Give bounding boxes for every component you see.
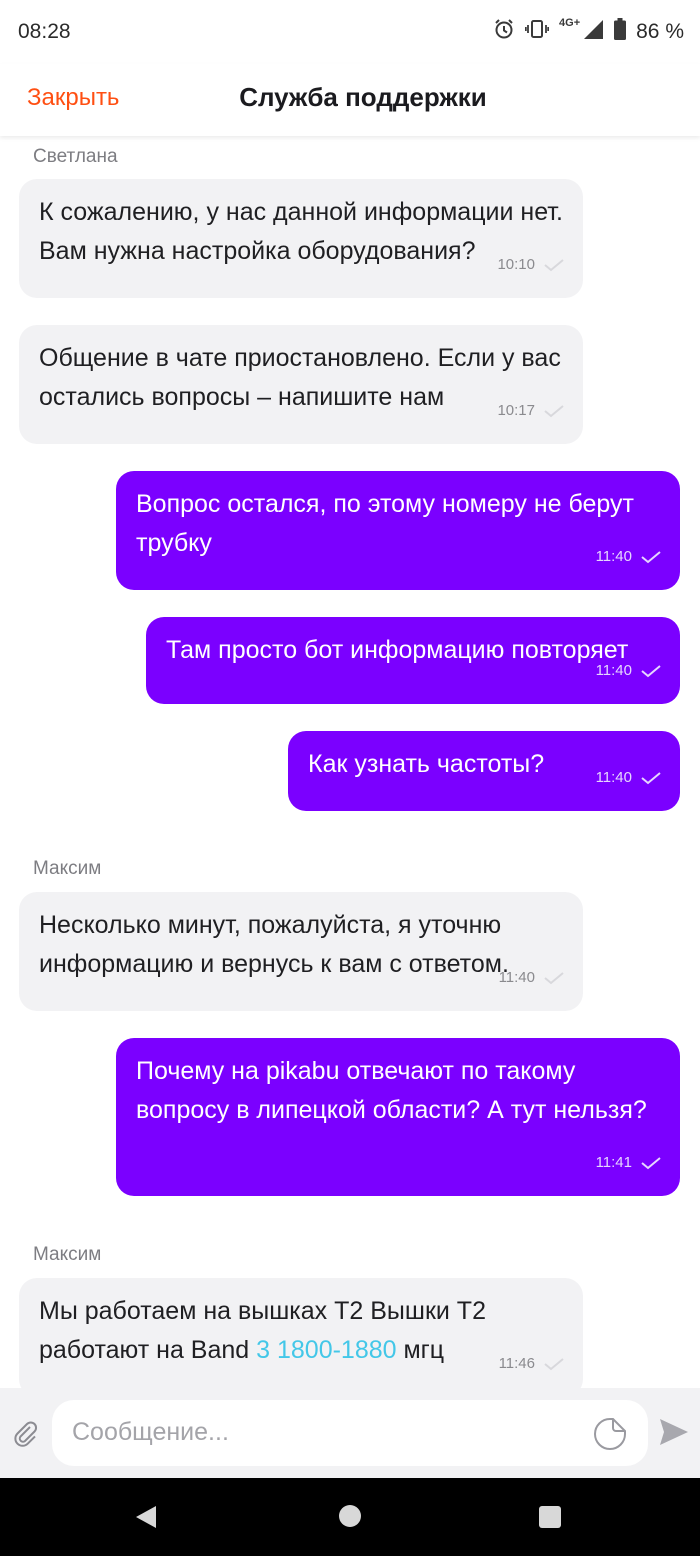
outgoing-message: Почему на pikabu отвечают по такому вопр… xyxy=(116,1038,680,1196)
message-composer: Сообщение... xyxy=(0,1388,700,1478)
outgoing-message: Там просто бот информацию повторяет 11:4… xyxy=(146,617,680,704)
check-icon xyxy=(544,1357,564,1370)
message-text: Несколько минут, пожалуйста, я уточню ин… xyxy=(39,911,509,978)
message-meta: 11:41 xyxy=(596,1143,662,1182)
app-header: Закрыть Служба поддержки xyxy=(0,64,700,136)
message-meta: 11:46 xyxy=(499,1344,565,1383)
message-input[interactable]: Сообщение... xyxy=(52,1400,648,1466)
send-icon[interactable] xyxy=(658,1416,690,1448)
message-placeholder: Сообщение... xyxy=(72,1418,229,1446)
paperclip-icon[interactable] xyxy=(12,1420,40,1448)
message-text: Почему на pikabu отвечают по такому вопр… xyxy=(136,1057,647,1124)
check-icon xyxy=(544,258,564,271)
message-text: Общение в чате приостановлено. Если у ва… xyxy=(39,344,561,411)
message-text: Как узнать частоты? xyxy=(308,750,545,778)
frequency-link[interactable]: 3 1800-1880 xyxy=(256,1336,396,1364)
message-meta: 10:10 xyxy=(497,245,565,284)
signal-icon xyxy=(582,18,604,45)
message-meta: 11:40 xyxy=(499,958,565,997)
battery-icon xyxy=(614,18,627,45)
message-meta: 11:40 xyxy=(596,758,662,797)
back-icon[interactable] xyxy=(134,1505,158,1534)
message-text: К сожалению, у нас данной информации нет… xyxy=(39,198,563,265)
outgoing-message: Как узнать частоты? 11:40 xyxy=(288,731,680,811)
sender-name: Максим xyxy=(33,858,102,879)
message-time: 10:10 xyxy=(497,256,535,273)
message-time: 11:41 xyxy=(595,1154,632,1171)
alarm-icon xyxy=(493,18,515,45)
network-type: 4G+ xyxy=(559,16,581,29)
message-time: 11:46 xyxy=(498,1355,535,1372)
check-icon xyxy=(544,971,564,984)
message-time: 11:40 xyxy=(595,548,632,565)
vibrate-icon xyxy=(524,18,550,45)
incoming-message: К сожалению, у нас данной информации нет… xyxy=(19,179,583,298)
system-navigation-bar xyxy=(0,1478,700,1556)
check-icon xyxy=(641,1156,661,1169)
incoming-message: Общение в чате приостановлено. Если у ва… xyxy=(19,325,583,444)
message-meta: 11:40 xyxy=(596,537,662,576)
home-icon[interactable] xyxy=(339,1505,361,1527)
message-time: 11:40 xyxy=(498,969,535,986)
message-time: 10:17 xyxy=(497,402,535,419)
chat-message-list[interactable]: Светлана К сожалению, у нас данной инфор… xyxy=(0,136,700,1388)
status-bar: 08:28 4G+ 86 % xyxy=(0,0,700,64)
outgoing-message: Вопрос остался, по этому номеру не берут… xyxy=(116,471,680,590)
page-title: Служба поддержки xyxy=(239,82,487,112)
status-icons: 4G+ 86 % xyxy=(493,16,684,45)
check-icon xyxy=(641,550,661,563)
incoming-message: Несколько минут, пожалуйста, я уточню ин… xyxy=(19,892,583,1011)
sticker-icon[interactable] xyxy=(592,1416,628,1452)
message-text: Там просто бот информацию повторяет xyxy=(166,636,629,664)
check-icon xyxy=(544,404,564,417)
message-time: 11:40 xyxy=(595,662,632,679)
incoming-message: Мы работаем на вышках Т2 Вышки Т2 работа… xyxy=(19,1278,583,1388)
sender-name: Светлана xyxy=(33,146,118,167)
message-meta: 11:40 xyxy=(596,651,662,690)
message-meta: 10:17 xyxy=(497,391,565,430)
message-time: 11:40 xyxy=(595,769,632,786)
battery-percent: 86 % xyxy=(636,19,684,43)
check-icon xyxy=(641,771,661,784)
message-text-after: мгц xyxy=(396,1336,445,1364)
sender-name: Максим xyxy=(33,1244,102,1265)
check-icon xyxy=(641,664,661,677)
status-time: 08:28 xyxy=(18,20,71,43)
message-text: Вопрос остался, по этому номеру не берут… xyxy=(136,490,634,557)
recents-icon[interactable] xyxy=(539,1506,561,1528)
